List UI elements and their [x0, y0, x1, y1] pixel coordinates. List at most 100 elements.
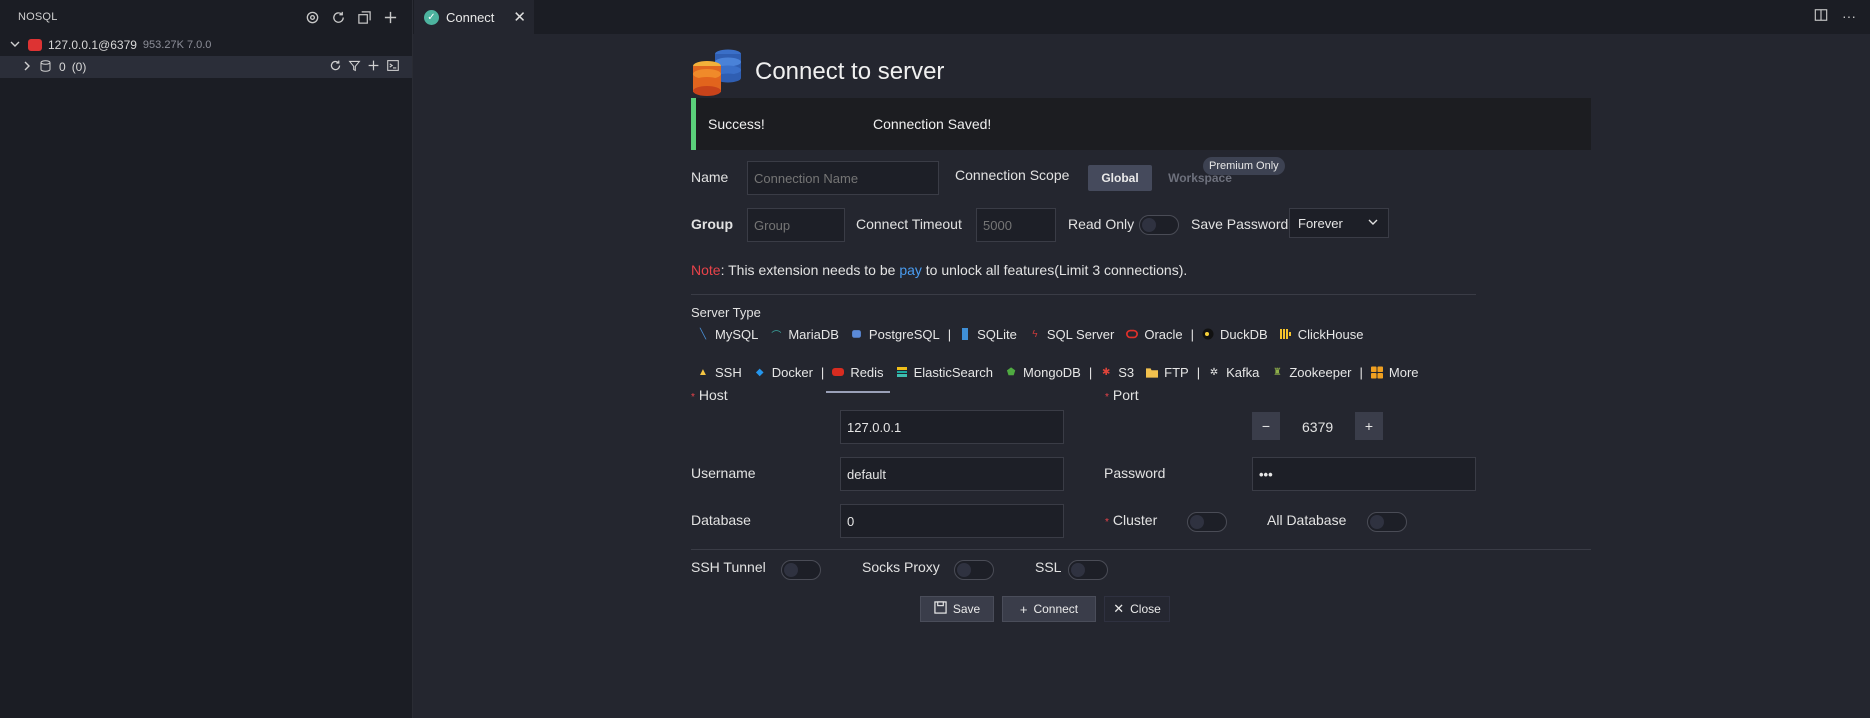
tab-connect[interactable]: ✓ Connect ✕ [414, 0, 534, 34]
settings-icon[interactable] [304, 9, 320, 25]
save-button[interactable]: Save [920, 596, 994, 622]
more-grid-icon [1370, 366, 1383, 378]
filter-icon[interactable] [348, 59, 361, 75]
server-type-ssh[interactable]: ▲ SSH [691, 357, 748, 387]
port-label: * Port [1105, 387, 1139, 403]
add-connection-icon[interactable] [382, 9, 398, 25]
database-tree-item[interactable]: 0 (0) [0, 56, 412, 78]
all-database-toggle[interactable] [1367, 512, 1407, 532]
connect-timeout-input[interactable] [976, 208, 1056, 242]
connect-form: Connect to server Success! Connection Sa… [413, 34, 1870, 718]
database-input[interactable]: 0 [840, 504, 1064, 538]
server-type-kafka[interactable]: ✲ Kafka [1202, 357, 1265, 387]
docker-icon: ◆ [755, 366, 764, 378]
divider [691, 294, 1476, 295]
mariadb-icon: ⌒ [771, 330, 782, 342]
required-marker: * [1105, 392, 1109, 403]
pay-note: Note: This extension needs to be pay to … [691, 262, 1187, 278]
duckdb-icon [1202, 328, 1214, 340]
server-types-row-2: ▲ SSH ◆ Docker | Redis ElasticSearch ⬟ Mong… [691, 357, 1425, 393]
split-editor-icon[interactable] [1814, 8, 1828, 25]
host-label: * Host [691, 387, 728, 403]
redis-icon [28, 39, 42, 51]
close-button[interactable]: ✕ Close [1104, 596, 1170, 622]
sidebar: NOSQL 127.0.0.1@6379 953.27K 7.0.0 0 (0) [0, 0, 413, 718]
required-marker: * [1105, 517, 1109, 528]
close-icon: ✕ [1113, 601, 1125, 616]
add-key-icon[interactable] [367, 59, 380, 75]
separator: | [820, 364, 825, 380]
plus-icon: + [1019, 601, 1028, 617]
port-decrement-button[interactable]: − [1252, 412, 1280, 440]
pay-link[interactable]: pay [899, 262, 922, 278]
ssh-icon: ▲ [698, 366, 708, 378]
refresh-icon[interactable] [330, 9, 346, 25]
folder-icon [1146, 366, 1159, 378]
mongodb-icon: ⬟ [1006, 366, 1016, 378]
server-type-sqlserver[interactable]: ϟ SQL Server [1023, 319, 1120, 349]
read-only-toggle[interactable] [1139, 215, 1179, 235]
alert-status: Success! [708, 116, 765, 132]
kafka-icon: ✲ [1209, 366, 1219, 378]
password-label: Password [1104, 465, 1166, 481]
tab-label: Connect [446, 9, 495, 25]
save-icon [934, 601, 947, 617]
redis-icon [832, 366, 845, 378]
socks-proxy-toggle[interactable] [954, 560, 994, 580]
note-prefix: Note [691, 262, 721, 278]
server-type-mariadb[interactable]: ⌒ MariaDB [764, 319, 845, 349]
mysql-icon: ╲ [699, 328, 707, 340]
save-password-select[interactable]: Forever [1289, 208, 1389, 238]
database-logo-icon [691, 48, 745, 96]
server-type-mysql[interactable]: ╲ MySQL [691, 319, 764, 349]
note-text-1: : This extension needs to be [720, 262, 900, 278]
connection-tree-item[interactable]: 127.0.0.1@6379 953.27K 7.0.0 [0, 34, 412, 56]
cluster-label: * Cluster [1105, 512, 1158, 528]
server-type-s3[interactable]: ✱ S3 [1094, 357, 1140, 387]
group-input[interactable] [747, 208, 845, 242]
server-type-zookeeper[interactable]: ♜ Zookeeper [1265, 357, 1357, 387]
cluster-toggle[interactable] [1187, 512, 1227, 532]
server-type-mongodb[interactable]: ⬟ MongoDB [999, 357, 1087, 387]
collapse-all-icon[interactable] [356, 9, 372, 25]
server-type-duckdb[interactable]: DuckDB [1196, 319, 1274, 349]
port-input[interactable]: 6379 [1302, 419, 1333, 435]
alert-message: Connection Saved! [873, 116, 992, 132]
refresh-icon[interactable] [329, 59, 342, 75]
terminal-icon[interactable] [386, 59, 400, 75]
server-type-clickhouse[interactable]: ClickHouse [1274, 319, 1370, 349]
server-type-docker[interactable]: ◆ Docker [748, 357, 819, 387]
connection-name-input[interactable] [747, 161, 939, 195]
more-actions-icon[interactable]: ··· [1842, 8, 1856, 25]
password-input[interactable]: ••• [1252, 457, 1476, 491]
port-increment-button[interactable]: + [1355, 412, 1383, 440]
server-type-ftp[interactable]: FTP [1140, 357, 1195, 387]
username-input[interactable]: default [840, 457, 1064, 491]
connect-timeout-label: Connect Timeout [856, 216, 962, 232]
connect-button[interactable]: + Connect [1002, 596, 1096, 622]
username-label: Username [691, 465, 756, 481]
host-input[interactable]: 127.0.0.1 [840, 410, 1064, 444]
database-icon [40, 59, 51, 75]
separator: | [1196, 364, 1201, 380]
server-type-oracle[interactable]: Oracle [1120, 319, 1188, 349]
tab-bar: ✓ Connect ✕ ··· [413, 0, 1870, 34]
ssh-tunnel-toggle[interactable] [781, 560, 821, 580]
separator: | [1088, 364, 1093, 380]
separator: | [1359, 364, 1363, 380]
scope-global-button[interactable]: Global [1088, 165, 1152, 191]
server-type-elasticsearch[interactable]: ElasticSearch [890, 357, 999, 387]
connection-name: 127.0.0.1@6379 [48, 38, 137, 52]
premium-only-badge: Premium Only [1203, 157, 1285, 175]
server-type-redis[interactable]: Redis [826, 357, 890, 393]
chevron-down-icon[interactable] [10, 39, 22, 52]
name-label: Name [691, 169, 729, 185]
server-type-more[interactable]: More [1365, 357, 1425, 387]
ssl-toggle[interactable] [1068, 560, 1108, 580]
server-type-postgresql[interactable]: PostgreSQL [845, 319, 946, 349]
sidebar-header: NOSQL [0, 0, 412, 34]
chevron-right-icon[interactable] [22, 60, 36, 74]
server-type-sqlite[interactable]: SQLite [953, 319, 1023, 349]
connection-scope-label: Connection Scope [955, 167, 1070, 183]
close-tab-icon[interactable]: ✕ [513, 8, 526, 26]
